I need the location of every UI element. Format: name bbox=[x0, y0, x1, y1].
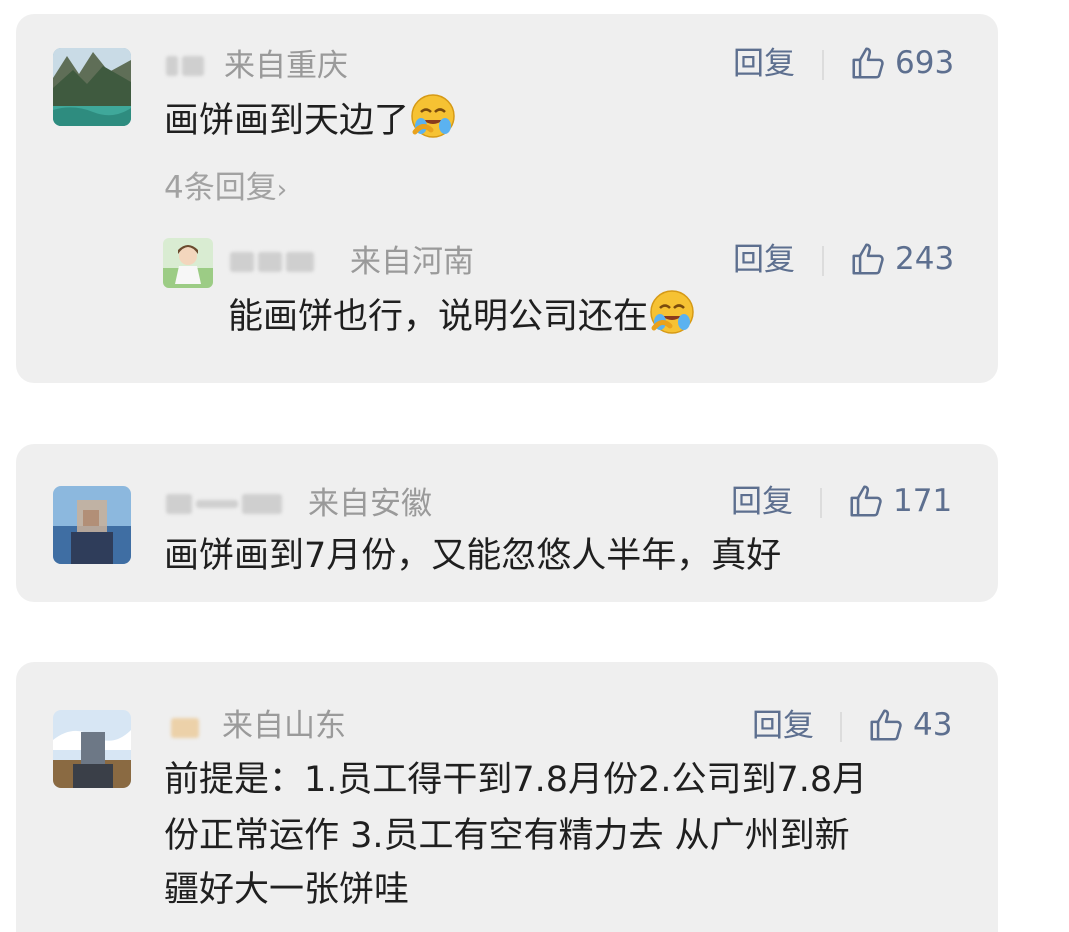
avatar[interactable] bbox=[163, 238, 213, 288]
reply-button[interactable]: 回复 bbox=[752, 706, 814, 746]
divider bbox=[822, 50, 824, 80]
like-count: 243 bbox=[895, 241, 955, 277]
comment-card: 来自重庆 回复 693 画饼画到天边了 4条回复› 来自河南 回复 243 能画… bbox=[16, 14, 998, 383]
thumbs-up-icon bbox=[852, 243, 884, 275]
username-redacted[interactable] bbox=[166, 56, 204, 76]
comment-text-line: 疆好大一张饼哇 bbox=[164, 870, 410, 910]
location-label: 来自山东 bbox=[222, 708, 346, 744]
divider bbox=[822, 246, 824, 276]
chevron-right-icon: › bbox=[276, 175, 288, 205]
reply-button[interactable]: 回复 bbox=[733, 240, 795, 280]
comment-text: 画饼画到天边了 bbox=[164, 92, 457, 157]
comment-card: 来自山东 回复 43 前提是：1.员工得干到7.8月份2.公司到7.8月 份正常… bbox=[16, 662, 998, 932]
divider bbox=[820, 488, 822, 518]
like-count: 43 bbox=[913, 707, 953, 743]
like-button[interactable]: 243 bbox=[849, 239, 954, 279]
thumbs-up-icon bbox=[870, 709, 902, 741]
comment-text: 画饼画到7月份，又能忽悠人半年，真好 bbox=[164, 536, 782, 576]
like-button[interactable]: 43 bbox=[867, 705, 952, 745]
username-redacted[interactable] bbox=[230, 252, 314, 272]
reply-text: 能画饼也行，说明公司还在 bbox=[228, 288, 696, 353]
like-button[interactable]: 171 bbox=[847, 481, 952, 521]
thumbs-up-icon bbox=[850, 485, 882, 517]
thumbs-up-icon bbox=[852, 47, 884, 79]
avatar[interactable] bbox=[53, 486, 131, 564]
username-redacted[interactable] bbox=[171, 718, 199, 738]
comment-text-line: 份正常运作 3.员工有空有精力去 从广州到新 bbox=[164, 816, 850, 856]
view-more-replies[interactable]: 4条回复› bbox=[164, 168, 287, 210]
location-label: 来自河南 bbox=[350, 244, 474, 280]
reply-button[interactable]: 回复 bbox=[731, 482, 793, 522]
like-count: 693 bbox=[895, 45, 955, 81]
location-label: 来自安徽 bbox=[308, 486, 432, 522]
facepalm-laugh-emoji bbox=[648, 288, 696, 353]
like-button[interactable]: 693 bbox=[849, 43, 954, 83]
location-label: 来自重庆 bbox=[224, 48, 348, 84]
facepalm-laugh-emoji bbox=[409, 92, 457, 157]
comment-card: 来自安徽 回复 171 画饼画到7月份，又能忽悠人半年，真好 bbox=[16, 444, 998, 602]
avatar[interactable] bbox=[53, 710, 131, 788]
avatar[interactable] bbox=[53, 48, 131, 126]
reply-button[interactable]: 回复 bbox=[733, 44, 795, 84]
like-count: 171 bbox=[893, 483, 953, 519]
divider bbox=[840, 712, 842, 742]
comment-text-line: 前提是：1.员工得干到7.8月份2.公司到7.8月 bbox=[164, 760, 868, 800]
username-redacted[interactable] bbox=[166, 494, 282, 514]
